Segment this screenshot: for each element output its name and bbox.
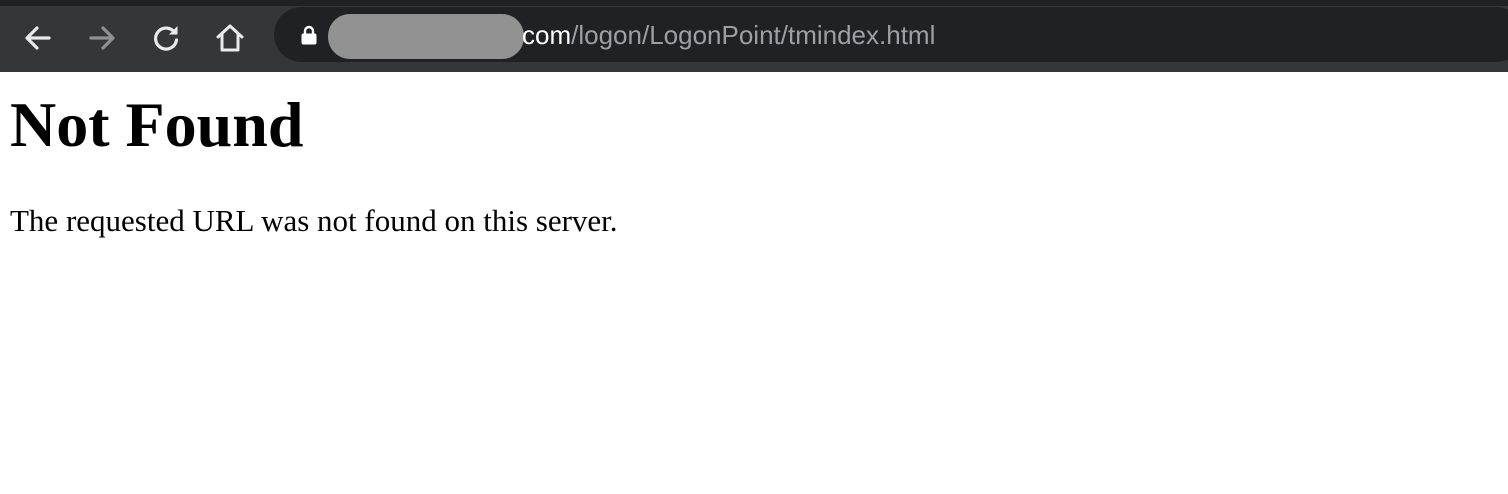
reload-button[interactable]: [144, 16, 188, 60]
address-bar[interactable]: com/logon/LogonPoint/tmindex.html: [274, 7, 1508, 62]
arrow-right-icon: [89, 26, 115, 50]
page-content: Not Found The requested URL was not foun…: [0, 72, 1508, 494]
error-message: The requested URL was not found on this …: [10, 203, 618, 238]
arrow-left-icon: [25, 26, 51, 50]
url-path: /logon/LogonPoint/tmindex.html: [571, 20, 936, 50]
back-button[interactable]: [16, 16, 60, 60]
browser-toolbar: com/logon/LogonPoint/tmindex.html: [0, 0, 1508, 72]
redacted-domain: [328, 14, 524, 59]
reload-icon: [154, 26, 179, 51]
forward-button[interactable]: [80, 16, 124, 60]
lock-icon[interactable]: [300, 25, 318, 45]
url-text[interactable]: com/logon/LogonPoint/tmindex.html: [522, 19, 935, 51]
url-host-suffix: com: [522, 20, 572, 50]
home-icon: [216, 24, 244, 52]
home-button[interactable]: [208, 16, 252, 60]
page-title: Not Found: [10, 89, 304, 160]
